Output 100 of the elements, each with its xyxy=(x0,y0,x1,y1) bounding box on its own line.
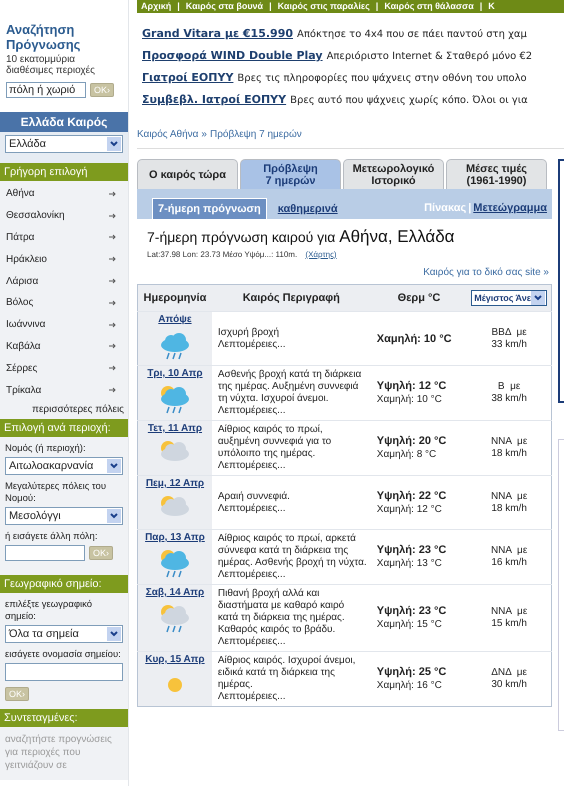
city-link[interactable]: Σέρρες xyxy=(0,357,128,380)
wind-text: ΝΝΑ με xyxy=(490,545,528,557)
view-link[interactable]: Μετεώγραμμα xyxy=(473,202,547,214)
search-field[interactable]: πόλη ή χωριό xyxy=(6,82,86,98)
city-link[interactable]: Ηράκλειο xyxy=(0,248,128,270)
arrow-icon xyxy=(109,278,116,284)
details-link[interactable]: Λεπτομέρειες... xyxy=(218,338,286,350)
details-link[interactable]: Λεπτομέρειες... xyxy=(218,691,286,702)
prefecture-select[interactable]: Αιτωλοακαρνανία xyxy=(5,456,123,475)
city-select[interactable]: Μεσολόγγι xyxy=(5,506,123,525)
ad-link[interactable]: Προσφορά WIND Double Play xyxy=(142,49,323,62)
details-link[interactable]: Λεπτομέρειες... xyxy=(218,502,286,514)
nav-link[interactable]: Καιρός στα βουνά xyxy=(186,1,264,11)
temperature: Υψηλή: 22 °C xyxy=(376,488,448,502)
city-link[interactable]: Καβάλα xyxy=(0,336,128,358)
temperature: Υψηλή: 23 °C xyxy=(376,543,448,557)
temperature: Χαμηλή: 13 °C xyxy=(376,557,443,571)
location-info: Lat:37.98 Lon: 23.73 Μέσο Υψόμ...: 110m. xyxy=(147,250,298,259)
ad-text: Απεριόριστο Internet & Σταθερό μόνο €2 xyxy=(326,51,532,62)
separator: | xyxy=(269,1,272,11)
wind-text: 38 km/h xyxy=(490,393,528,405)
description: Αραιή συννεφιά. xyxy=(218,490,290,502)
wind-text: 15 km/h xyxy=(490,618,528,630)
arrow-icon xyxy=(109,387,116,394)
date-link[interactable]: Σαβ, 14 Απρ xyxy=(138,587,212,599)
details-link[interactable]: Λεπτομέρειες... xyxy=(218,460,286,471)
column-header: Καιρός Περιγραφή xyxy=(212,284,371,312)
dropdown-icon xyxy=(107,137,121,151)
city-link[interactable]: Πάτρα xyxy=(0,226,128,248)
temperature: Χαμηλή: 15 °C xyxy=(376,618,443,632)
tab[interactable]: Πρόβλεψη 7 ημερών xyxy=(240,159,341,189)
description: Αίθριος καιρός το πρωί, αρκετά σύννεφα κατά τη διάρκεια της ημέρας. Ασθενής βροχή τη νύχτα. xyxy=(218,533,367,568)
arrow-icon xyxy=(109,234,116,240)
temperature: Χαμηλή: 12 °C xyxy=(376,502,443,516)
ad-link[interactable]: Γιατροί ΕΟΠΥΥ xyxy=(142,71,234,84)
temperature: Υψηλή: 20 °C xyxy=(376,434,448,448)
subtab[interactable]: καθημερινά xyxy=(272,199,343,219)
arrow-icon xyxy=(109,256,116,262)
city-link[interactable]: Τρίκαλα xyxy=(0,379,128,401)
map-link[interactable]: (Χάρτης) xyxy=(305,250,337,259)
tab[interactable]: Μετεωρολογικό Ιστορικό xyxy=(343,159,444,189)
ad-link[interactable]: Συμβεβλ. Ιατροί ΕΟΠΥΥ xyxy=(142,93,286,106)
separator: | xyxy=(480,1,482,11)
wind-text: ΒΒΔ με xyxy=(490,326,528,338)
column-header: Ημερομηνία xyxy=(138,284,212,312)
breadcrumb-link[interactable]: Καιρός Αθήνα xyxy=(137,129,198,140)
temperature: Υψηλή: 25 °C xyxy=(376,665,448,679)
details-link[interactable]: Λεπτομέρειες... xyxy=(218,405,286,416)
separator: | xyxy=(177,1,180,11)
site-link[interactable]: Καιρός για το δικό σας site » xyxy=(423,267,549,278)
details-link[interactable]: Λεπτομέρειες... xyxy=(218,636,286,647)
description: Αίθριος καιρός το πρωί, αυξημένη συννεφιά για το υπόλοιπο της ημέρας. xyxy=(218,424,332,459)
tab[interactable]: Μέσες τιμές (1961-1990) xyxy=(446,159,547,189)
temperature: Χαμηλή: 8 °C xyxy=(376,448,438,462)
wind-text: ΝΝΑ με xyxy=(490,436,528,448)
ad-link[interactable]: Grand Vitara με €15.990 xyxy=(142,27,294,40)
dropdown-icon xyxy=(107,508,121,523)
city-link[interactable]: Βόλος xyxy=(0,292,128,314)
country-select[interactable]: Ελλάδα xyxy=(5,135,123,153)
city-link[interactable]: Αθήνα xyxy=(0,183,128,205)
city-link[interactable]: Θεσσαλονίκη xyxy=(0,204,128,227)
search-subtitle: 10 εκατομμύρια διαθέσιμες περιοχές xyxy=(6,54,96,76)
nav-link[interactable]: Αρχική xyxy=(141,1,172,11)
wind-text: 33 km/h xyxy=(490,338,528,350)
nav-link[interactable]: Κ xyxy=(488,1,495,11)
panel-title: Ελλάδα Καιρός xyxy=(0,112,128,132)
city-link[interactable]: Ιωάννινα xyxy=(0,314,128,336)
forecast-heading: 7-ήμερη πρόγνωση καιρού για Αθήνα, Ελλάδα xyxy=(147,227,456,247)
separator: | xyxy=(468,202,472,214)
wind-text: ΔΝΔ με xyxy=(490,667,528,679)
point-field[interactable] xyxy=(5,662,123,681)
details-link[interactable]: Λεπτομέρειες... xyxy=(218,569,286,580)
temperature: Χαμηλή: 10 °C xyxy=(376,393,443,407)
description: Πιθανή βροχή αλλά και διαστήματα με καθαρό καιρό κατά τη διάρκεια της ημέρας. Καθαρός καιρός το βράδυ. xyxy=(218,588,345,635)
temperature: Υψηλή: 12 °C xyxy=(376,379,448,393)
wind-text: 30 km/h xyxy=(490,679,528,691)
breadcrumb-link[interactable]: Πρόβλεψη 7 ημερών xyxy=(210,129,302,140)
temperature: Χαμηλή: 10 °C xyxy=(376,332,453,346)
tab[interactable]: Ο καιρός τώρα xyxy=(137,159,238,189)
field-label: επιλέξτε γεωγραφικό σημείο: xyxy=(5,598,94,623)
arrow-icon xyxy=(109,212,116,219)
city-link[interactable]: Λάρισα xyxy=(0,270,128,292)
city-field[interactable] xyxy=(5,544,85,561)
arrow-icon xyxy=(109,322,116,328)
point-select[interactable]: Όλα τα σημεία xyxy=(5,624,123,643)
arrow-icon xyxy=(109,343,116,350)
section-header: Γεωγραφικό σημείο: xyxy=(0,574,128,593)
description: Ισχυρή βροχή xyxy=(218,326,280,338)
wind-select[interactable]: Μέγιστος Άνε xyxy=(471,290,547,306)
nav-link[interactable]: Καιρός στις παραλίες xyxy=(278,1,370,11)
field-label: Μεγαλύτερες πόλεις του Νομού: xyxy=(5,480,108,505)
arrow-icon xyxy=(109,190,116,197)
separator: | xyxy=(376,1,378,11)
temperature: Χαμηλή: 16 °C xyxy=(376,679,443,693)
dropdown-icon xyxy=(531,291,545,305)
more-cities-link[interactable]: περισσότερες πόλεις xyxy=(0,400,128,415)
wind-text: ΝΝΑ με xyxy=(490,606,528,618)
nav-link[interactable]: Καιρός στη θάλασσα xyxy=(384,1,474,11)
temperature: Υψηλή: 23 °C xyxy=(376,604,448,618)
section-header: Γρήγορη επιλογή xyxy=(0,163,128,181)
